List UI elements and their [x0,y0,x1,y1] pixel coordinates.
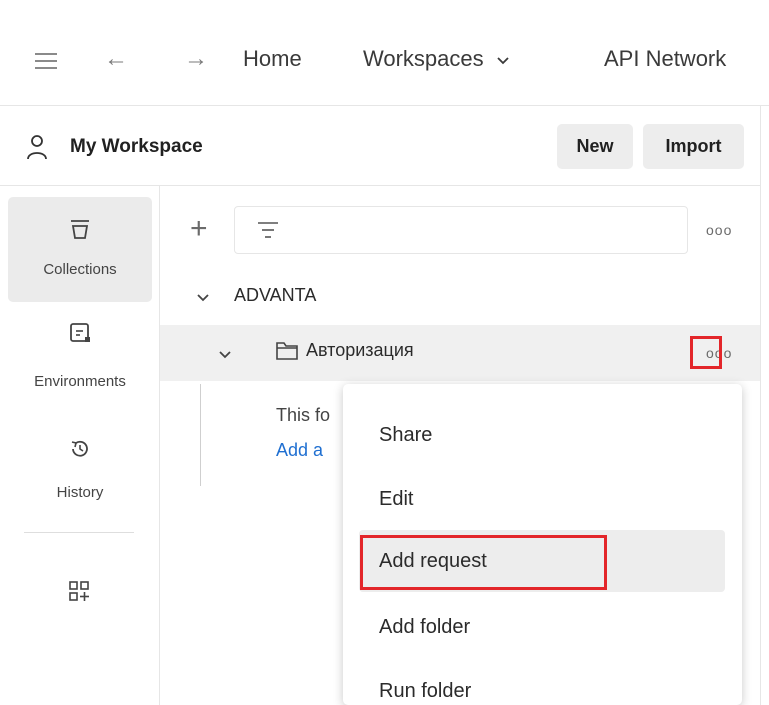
menu-item-share[interactable]: Share [359,404,725,466]
top-bar: ← → Home Workspaces API Network [0,0,769,106]
folder-name: Авторизация [306,340,414,360]
rail-item-collections[interactable]: Collections [8,197,152,302]
sidebar-more-icon[interactable]: ooo [706,222,732,238]
rail-label-collections: Collections [43,261,117,278]
menu-item-add-folder[interactable]: Add folder [359,596,725,658]
collection-name[interactable]: ADVANTA [234,285,316,306]
highlight-box-add-request [360,535,607,590]
rail-item-history[interactable]: History [8,411,152,516]
forward-arrow-icon[interactable]: → [184,45,208,73]
environment-icon [70,323,90,342]
home-link[interactable]: Home [243,46,302,72]
trash-can-icon [71,220,89,239]
api-network-link[interactable]: API Network [604,46,726,72]
rail-divider [24,532,134,533]
sidebar-right-border [760,106,761,705]
tree-indent-line [200,384,201,486]
highlight-box-more [690,336,722,369]
history-icon [71,440,88,457]
back-arrow-icon[interactable]: ← [104,45,128,73]
configure-workbench-icon[interactable] [68,580,90,602]
rail-label-history: History [56,484,104,501]
folder-icon [276,342,298,360]
add-collection-icon[interactable]: + [190,214,208,244]
folder-row[interactable]: Авторизация ooo [160,325,760,381]
workspace-header: My Workspace New Import [0,106,760,186]
left-rail: Collections Environments History [0,186,160,705]
workspaces-label: Workspaces [363,46,484,71]
new-button[interactable]: New [557,124,633,169]
filter-input[interactable] [234,206,688,254]
menu-icon[interactable] [35,53,57,74]
workspace-title: My Workspace [70,136,203,157]
filter-icon [258,222,278,238]
workspaces-dropdown[interactable]: Workspaces [363,46,510,72]
menu-item-run-folder[interactable]: Run folder [359,660,725,705]
menu-item-edit[interactable]: Edit [359,468,725,530]
rail-label-environments: Environments [34,373,126,390]
chevron-down-icon[interactable] [218,347,232,365]
empty-folder-text: This fo [276,405,331,425]
import-button[interactable]: Import [643,124,744,169]
chevron-down-icon [497,57,509,65]
user-icon [27,135,47,160]
add-request-link[interactable]: Add a [276,440,323,461]
chevron-down-icon[interactable] [196,290,210,308]
rail-item-environments[interactable]: Environments [8,305,152,410]
